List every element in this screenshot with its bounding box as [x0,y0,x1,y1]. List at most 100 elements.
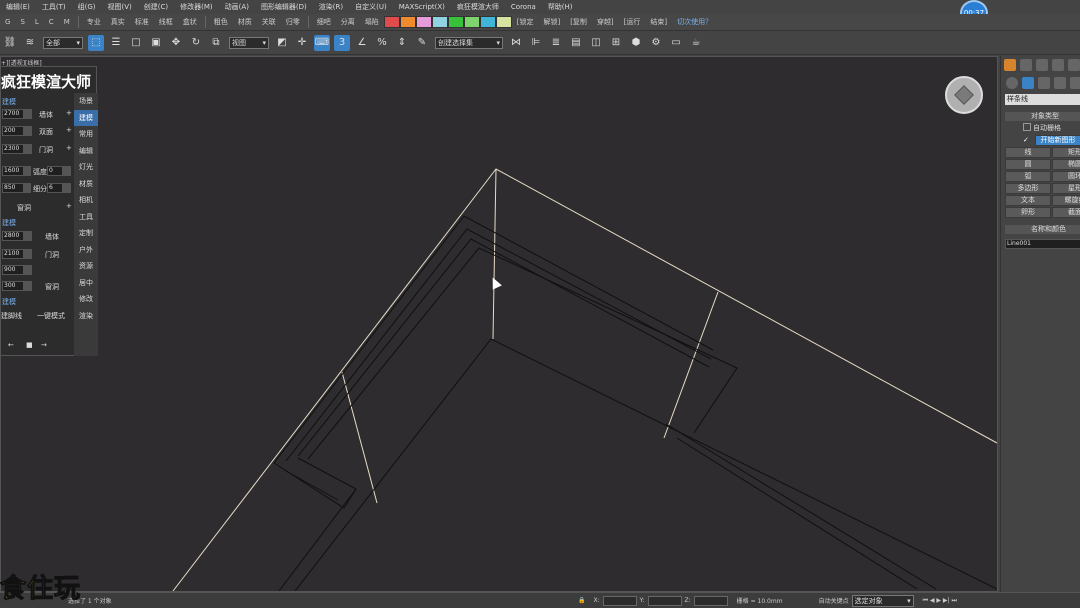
hierarchy-tab-icon[interactable] [1036,59,1048,71]
x-coordinate-input[interactable] [602,595,637,606]
tab-render[interactable]: 渲染 [74,308,98,325]
segments-value-input[interactable]: 6 [47,183,63,193]
shape-arc-button[interactable]: 弧 [1005,171,1051,182]
selected-spline-edge[interactable] [663,291,719,439]
menu-tools[interactable]: 工具(T) [36,2,72,12]
tab-zero[interactable]: 归零 [281,17,305,27]
menu-modifiers[interactable]: 修改器(M) [174,2,219,12]
manipulate-icon[interactable]: ✛ [294,35,310,51]
render-setup-icon[interactable]: ⚙ [648,35,664,51]
menu-help[interactable]: 帮助(H) [542,2,579,12]
double-side-button[interactable]: 双面 [39,127,53,137]
shape-star-button[interactable]: 星形 [1052,183,1080,194]
object-type-rollout[interactable]: 对象类型 [1005,112,1080,121]
unlink-icon[interactable]: ≋ [22,35,38,51]
baseboard-button[interactable]: 建脚线 [1,311,22,321]
shape-egg-button[interactable]: 卵形 [1005,207,1051,218]
shortcut-l[interactable]: L [30,18,44,26]
menu-group[interactable]: 组(G) [72,2,102,12]
geometry-icon[interactable] [1006,77,1018,89]
arrow-right-icon[interactable]: → [41,341,47,349]
menu-create[interactable]: 创建(C) [138,2,174,12]
selected-spline-edge[interactable] [341,371,378,504]
plus-icon[interactable]: + [66,126,72,134]
select-by-name-icon[interactable]: ☰ [108,35,124,51]
tab-camera[interactable]: 相机 [74,192,98,209]
swatch-2[interactable] [415,16,432,28]
swatch-0[interactable] [383,16,400,28]
keyboard-shortcut-icon[interactable]: ⌨ [314,34,330,51]
tab-wireframe[interactable]: 线框 [154,17,178,27]
tab-coarse[interactable]: 粗色 [209,17,233,27]
tab-custom[interactable]: 定制 [74,225,98,242]
object-name-input[interactable]: Line001 [1005,239,1080,249]
window-opening-button-2[interactable]: 窗洞 [45,282,59,292]
rectangular-selection-icon[interactable]: □ [128,35,144,51]
run-button[interactable]: [运行 [619,17,646,27]
menu-views[interactable]: 视图(V) [102,2,138,12]
shortcut-s[interactable]: S [15,18,29,26]
z-coordinate-input[interactable] [693,595,728,606]
tab-modeling[interactable]: 建模 [74,109,98,126]
shape-rectangle-button[interactable]: 矩形 [1052,147,1080,158]
material-editor-icon[interactable]: ⬢ [628,35,644,51]
percent-snap-icon[interactable]: % [374,35,390,51]
curve-editor-icon[interactable]: ◫ [588,35,604,51]
schematic-view-icon[interactable]: ⊞ [608,35,624,51]
spinner[interactable] [23,281,31,291]
layer-icon[interactable]: ≣ [548,35,564,51]
window-crossing-icon[interactable]: ▣ [148,35,164,51]
menu-edit[interactable]: 编辑(E) [0,2,36,12]
one-click-mode-button[interactable]: 一键模式 [37,311,65,321]
tab-collapse[interactable]: 塌陷 [360,17,384,27]
door-opening-button[interactable]: 门洞 [39,145,53,155]
menu-corona[interactable]: Corona [505,3,542,11]
scene-explorer-icon[interactable]: ▤ [568,35,584,51]
menu-maxscript[interactable]: MAXScript(X) [393,3,451,11]
tab-refine[interactable]: 细吧 [312,17,336,27]
tab-standard[interactable]: 标准 [130,17,154,27]
spinner[interactable] [23,183,31,193]
edit-named-selection-icon[interactable]: ✎ [414,35,430,51]
name-and-color-rollout[interactable]: 名称和颜色 [1005,225,1080,234]
cameras-icon[interactable] [1054,77,1066,89]
wall-button[interactable]: 墙体 [39,110,53,120]
select-object-icon[interactable]: ⬚ [88,34,104,51]
tab-scene[interactable]: 场景 [74,93,98,110]
pass-through-button[interactable]: 穿越] [592,17,619,27]
plus-icon[interactable]: + [66,109,72,117]
tab-center[interactable]: 居中 [74,275,98,292]
swatch-4[interactable] [447,16,464,28]
spinner[interactable] [63,183,71,193]
named-selection-dropdown[interactable]: 创建选择集 ▾ [435,36,503,49]
angle-snap-icon[interactable]: ∠ [354,35,370,51]
create-tab-icon[interactable] [1004,59,1016,71]
shape-type-dropdown[interactable]: 样条线 [1005,94,1080,105]
tab-tools[interactable]: 工具 [74,209,98,226]
lock-button[interactable]: [锁定 [512,17,539,27]
menu-animation[interactable]: 动画(A) [219,2,255,12]
key-filter-dropdown[interactable]: 选定对象 ▾ [851,594,914,607]
playback-controls-icon[interactable]: ⏮ ◀ ▶ ▶| ⏭ [923,597,957,605]
swatch-6[interactable] [479,16,496,28]
rendered-frame-icon[interactable]: ▭ [668,35,684,51]
stop-icon[interactable]: ■ [26,341,33,349]
checkmark-icon[interactable]: ✓ [1023,136,1029,144]
modify-tab-icon[interactable] [1020,59,1032,71]
tab-common[interactable]: 常用 [74,126,98,143]
move-icon[interactable]: ✥ [168,35,184,51]
tab-edit[interactable]: 编辑 [74,143,98,160]
swatch-7[interactable] [495,16,512,28]
spinner[interactable] [23,249,31,259]
arc-value-input[interactable]: 0 [47,166,63,176]
home-cube-icon[interactable] [954,85,974,105]
tab-materials[interactable]: 材质 [74,176,98,193]
tab-modify[interactable]: 修改 [74,291,98,308]
spinner-snap-icon[interactable]: ⇕ [394,35,410,51]
lock-selection-icon[interactable]: 🔒 [578,597,585,604]
plus-icon[interactable]: + [66,144,72,152]
first-use-hint[interactable]: 切次使用？ [672,17,717,27]
start-new-shape-button[interactable]: 开始新图形 [1035,135,1080,146]
spinner[interactable] [23,109,31,119]
spinner[interactable] [23,166,31,176]
